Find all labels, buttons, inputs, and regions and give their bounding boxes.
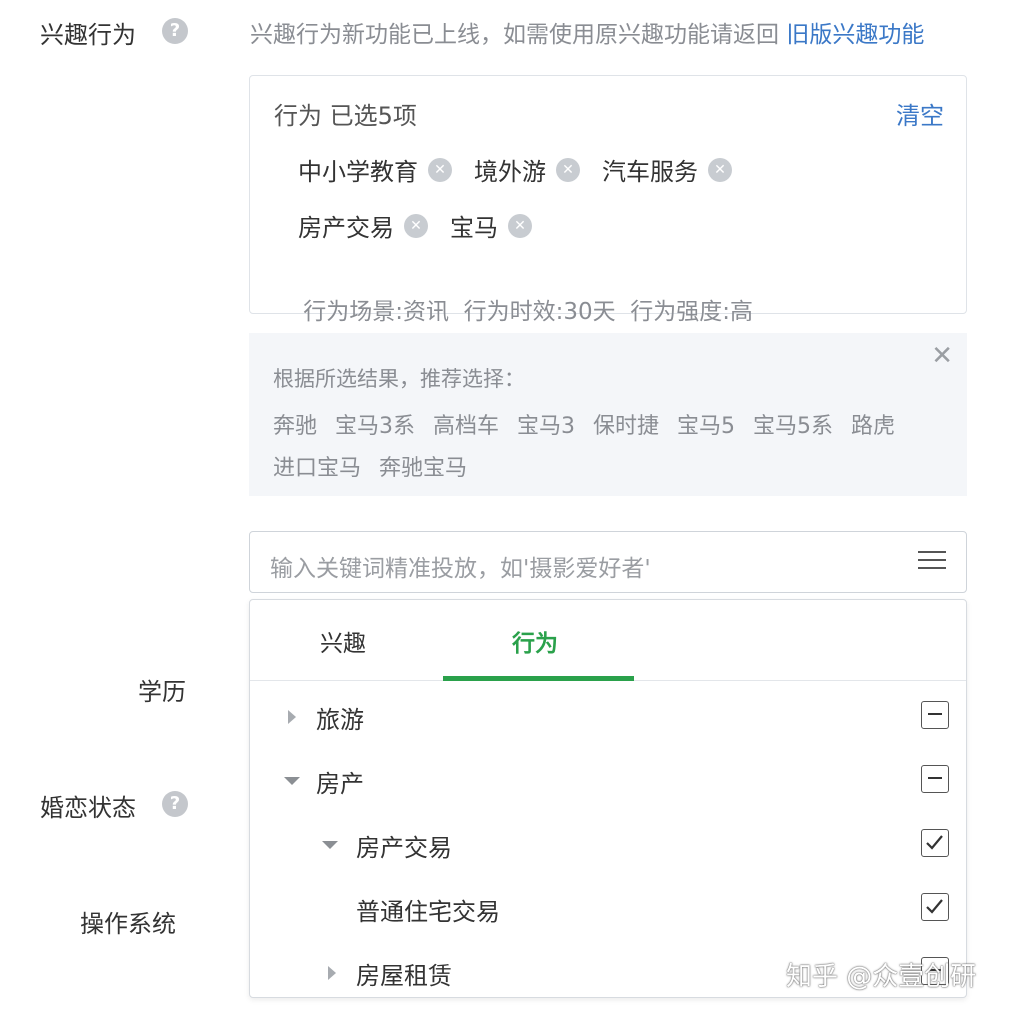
checkbox-checked-icon[interactable]: [921, 893, 949, 921]
help-icon[interactable]: ?: [162, 18, 188, 44]
close-icon[interactable]: ✕: [931, 341, 953, 371]
recommend-item[interactable]: 高档车: [433, 408, 499, 440]
tree-label: 房产交易: [356, 834, 452, 862]
tab-bar: 兴趣 行为: [250, 600, 966, 681]
tree-row-realestate-trade[interactable]: 房产交易: [250, 812, 966, 876]
chip-label: 境外游: [474, 158, 546, 186]
tree-row-travel[interactable]: 旅游: [250, 684, 966, 748]
recommend-item[interactable]: 宝马3系: [335, 408, 415, 440]
remove-icon[interactable]: ✕: [708, 157, 732, 182]
chip-car-service: 汽车服务 ✕: [602, 152, 732, 187]
tree-label: 普通住宅交易: [356, 898, 500, 926]
chip-outbound-travel: 境外游 ✕: [474, 152, 580, 187]
caret-right-icon[interactable]: [288, 710, 296, 724]
chip-realestate-trade: 房产交易 ✕: [298, 208, 428, 243]
notice-text: 兴趣行为新功能已上线，如需使用原兴趣功能请返回: [250, 22, 779, 48]
recommend-item[interactable]: 奔驰: [273, 408, 317, 440]
recommend-list: 奔驰 宝马3系 高档车 宝马3 保时捷 宝马5 宝马5系 路虎 进口宝马 奔驰宝…: [273, 408, 943, 482]
recommend-item[interactable]: 奔驰宝马: [379, 450, 467, 482]
recommend-item[interactable]: 宝马5系: [753, 408, 833, 440]
os-label: 操作系统: [80, 910, 176, 938]
behavior-meta-text: 行为场景:资讯 行为时效:30天 行为强度:高: [303, 299, 754, 325]
chip-bmw: 宝马 ✕: [450, 208, 532, 243]
menu-icon[interactable]: [918, 545, 946, 575]
remove-icon[interactable]: ✕: [556, 157, 580, 182]
remove-icon[interactable]: ✕: [428, 157, 452, 182]
chip-primary-education: 中小学教育 ✕: [298, 152, 452, 187]
tree-row-normal-housing[interactable]: 普通住宅交易: [250, 876, 966, 940]
tree-label: 旅游: [316, 706, 364, 734]
recommend-title: 根据所选结果，推荐选择：: [273, 367, 525, 391]
selected-panel: 行为 已选5项 清空 中小学教育 ✕ 境外游 ✕ 汽车服务 ✕ 房产交易 ✕ 宝…: [249, 75, 967, 359]
category-dropdown: 兴趣 行为 旅游 房产 房产交易 普通住宅交易 房屋租赁: [249, 599, 967, 998]
help-icon[interactable]: ?: [162, 791, 188, 817]
remove-icon[interactable]: ✕: [404, 213, 428, 238]
chip-label: 汽车服务: [602, 158, 698, 186]
old-interest-link[interactable]: 旧版兴趣功能: [786, 22, 924, 48]
recommend-item[interactable]: 宝马3: [517, 408, 575, 440]
caret-down-icon[interactable]: [284, 777, 300, 785]
tab-interest[interactable]: 兴趣: [320, 624, 366, 658]
selected-title: 行为 已选5项: [274, 102, 417, 130]
caret-down-icon[interactable]: [322, 841, 338, 849]
recommend-item[interactable]: 路虎: [851, 408, 895, 440]
tree-label: 房产: [316, 770, 364, 798]
tree-row-realestate[interactable]: 房产: [250, 748, 966, 812]
watermark: 知乎 @众壹创研: [786, 962, 977, 992]
search-placeholder: 输入关键词精准投放，如'摄影爱好者': [270, 556, 651, 582]
active-tab-indicator: [443, 676, 634, 681]
checkbox-checked-icon[interactable]: [921, 829, 949, 857]
clear-button[interactable]: 清空: [896, 96, 944, 131]
chip-row-1: 中小学教育 ✕ 境外游 ✕ 汽车服务 ✕: [298, 152, 754, 187]
notice: 兴趣行为新功能已上线，如需使用原兴趣功能请返回 旧版兴趣功能: [250, 15, 924, 49]
recommend-item[interactable]: 保时捷: [593, 408, 659, 440]
marital-label: 婚恋状态: [40, 794, 136, 822]
tree-label: 房屋租赁: [356, 962, 452, 990]
recommend-item[interactable]: 宝马5: [677, 408, 735, 440]
checkbox-partial-icon[interactable]: [921, 701, 949, 729]
recommend-item[interactable]: 进口宝马: [273, 450, 361, 482]
interest-behavior-label: 兴趣行为: [40, 21, 136, 49]
chip-label: 房产交易: [298, 214, 394, 242]
chip-label: 宝马: [450, 214, 498, 242]
education-label: 学历: [138, 678, 186, 706]
caret-right-icon[interactable]: [328, 966, 336, 980]
chip-row-2: 房产交易 ✕ 宝马 ✕: [298, 208, 554, 243]
checkbox-partial-icon[interactable]: [921, 765, 949, 793]
remove-icon[interactable]: ✕: [508, 213, 532, 238]
chip-label: 中小学教育: [298, 158, 418, 186]
recommend-panel: 根据所选结果，推荐选择： ✕ 奔驰 宝马3系 高档车 宝马3 保时捷 宝马5 宝…: [249, 333, 967, 496]
keyword-search[interactable]: 输入关键词精准投放，如'摄影爱好者': [249, 531, 967, 593]
tab-behavior[interactable]: 行为: [512, 624, 558, 658]
